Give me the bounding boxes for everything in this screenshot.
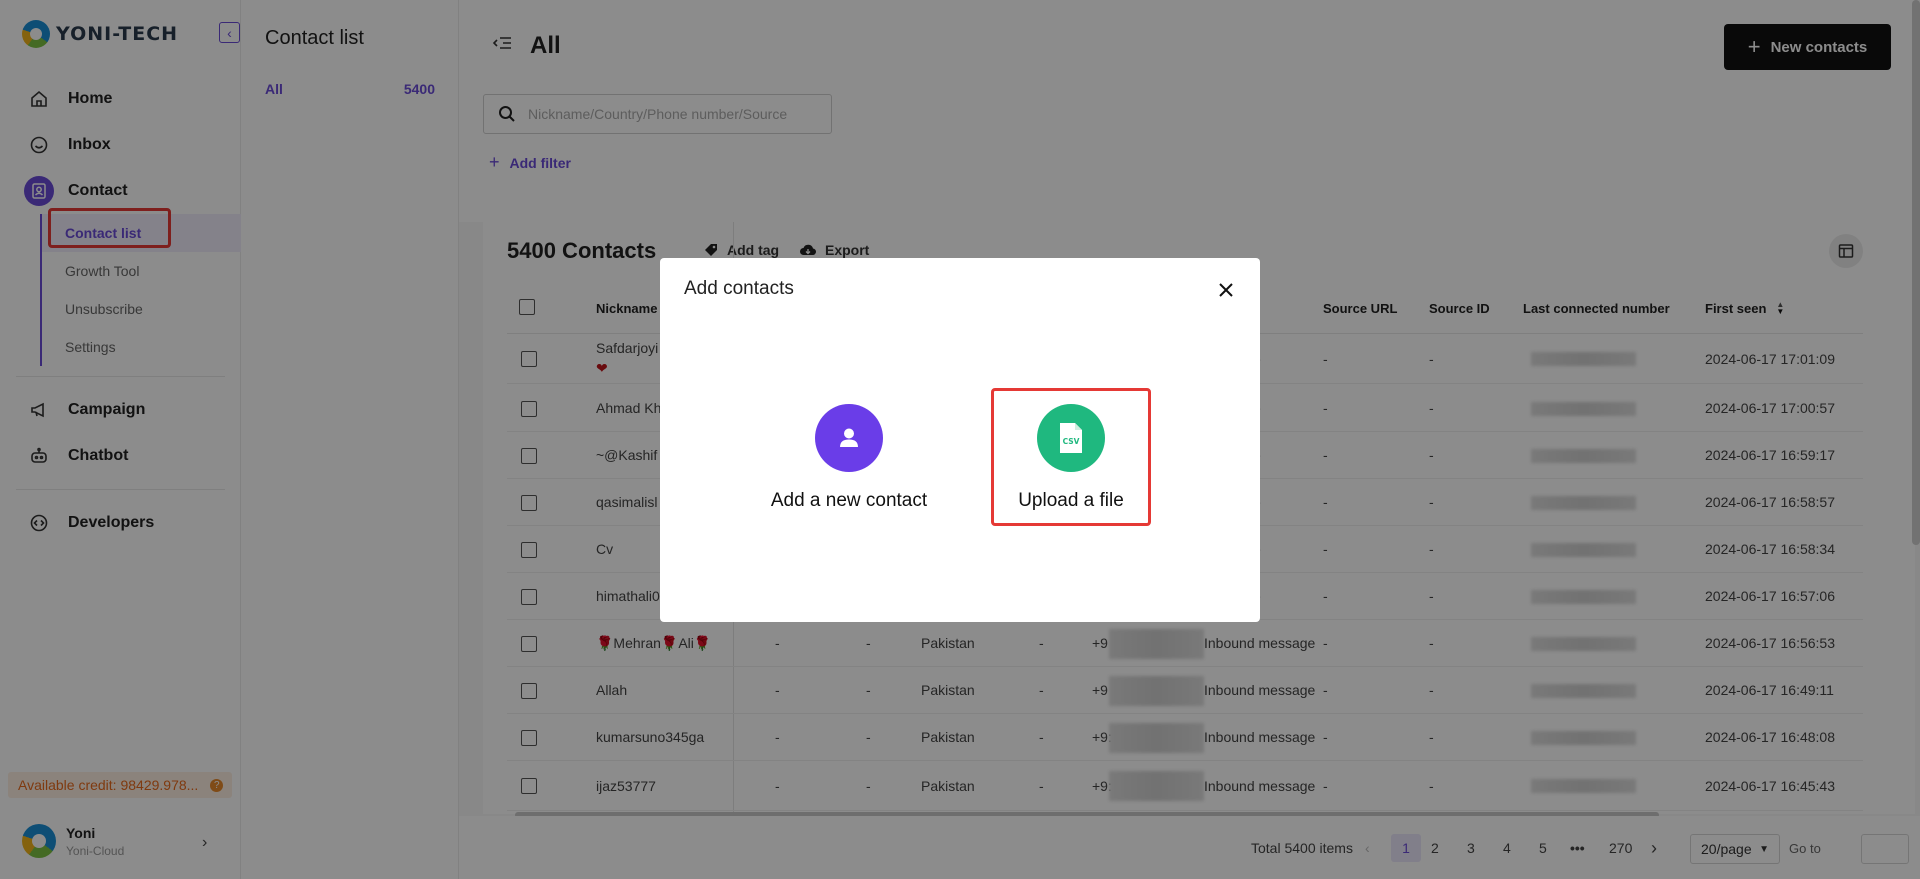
highlight-upload-file [991,388,1151,526]
add-new-contact-option[interactable]: Add a new contact [764,404,934,512]
person-icon [815,404,883,472]
close-icon [1219,283,1233,297]
add-contacts-modal: Add contacts Add a new contact CSV Uploa… [660,258,1260,622]
option-label: Add a new contact [770,490,928,511]
modal-title: Add contacts [684,278,794,299]
close-button[interactable] [1212,276,1240,304]
